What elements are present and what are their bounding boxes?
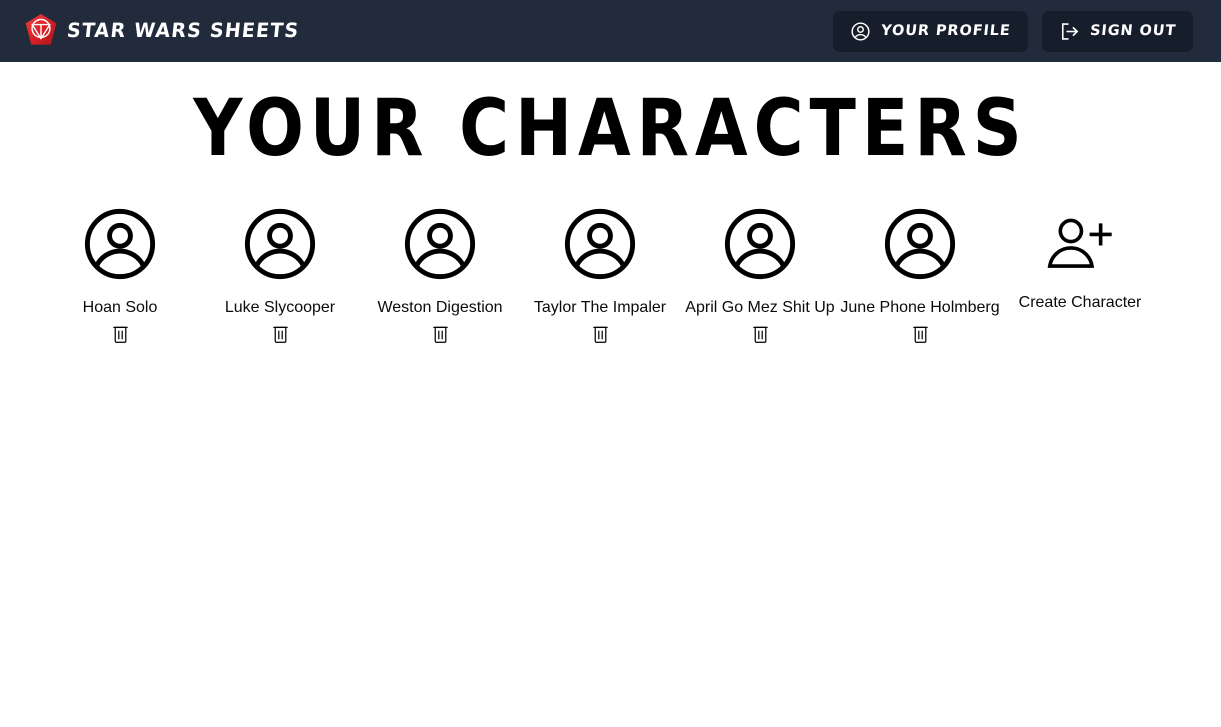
your-profile-button[interactable]: YOUR PROFILE xyxy=(833,10,1028,52)
brand-title: STAR WARS SHEETS xyxy=(65,19,301,43)
delete-character-button[interactable] xyxy=(752,324,769,343)
navbar-actions: YOUR PROFILE SIGN OUT xyxy=(833,10,1193,52)
circle-user-icon xyxy=(82,206,158,282)
delete-character-button[interactable] xyxy=(432,324,449,343)
user-circle-icon xyxy=(850,21,871,42)
character-grid: Hoan Solo Luke Slycooper Weston Digestio… xyxy=(0,206,1221,343)
character-card[interactable]: June Phone Holmberg xyxy=(840,206,1000,343)
character-name: April Go Mez Shit Up xyxy=(685,299,835,316)
top-navbar: STAR WARS SHEETS YOUR PROFILE SIGN OUT xyxy=(0,0,1221,62)
delete-character-button[interactable] xyxy=(272,324,289,343)
character-name: Weston Digestion xyxy=(377,299,503,316)
delete-character-button[interactable] xyxy=(592,324,609,343)
character-name: Hoan Solo xyxy=(82,299,158,316)
your-profile-label: YOUR PROFILE xyxy=(880,23,1012,39)
character-card[interactable]: Hoan Solo xyxy=(40,206,200,343)
character-name: Taylor The Impaler xyxy=(533,299,667,316)
circle-user-icon xyxy=(562,206,638,282)
circle-user-icon xyxy=(882,206,958,282)
circle-user-icon xyxy=(242,206,318,282)
brand-home-link[interactable]: STAR WARS SHEETS xyxy=(24,13,301,49)
character-card[interactable]: Taylor The Impaler xyxy=(520,206,680,343)
sign-out-label: SIGN OUT xyxy=(1089,23,1177,39)
character-name: June Phone Holmberg xyxy=(840,299,1000,316)
user-plus-icon xyxy=(1044,214,1116,274)
empire-shield-icon xyxy=(24,13,58,49)
sign-out-button[interactable]: SIGN OUT xyxy=(1041,10,1193,52)
page-title: YOUR CHARACTERS xyxy=(193,82,1028,175)
delete-character-button[interactable] xyxy=(912,324,929,343)
circle-user-icon xyxy=(402,206,478,282)
delete-character-button[interactable] xyxy=(112,324,129,343)
character-card[interactable]: April Go Mez Shit Up xyxy=(680,206,840,343)
circle-user-icon xyxy=(722,206,798,282)
character-card[interactable]: Weston Digestion xyxy=(360,206,520,343)
character-name: Luke Slycooper xyxy=(224,299,336,316)
sign-out-icon xyxy=(1059,21,1080,42)
create-character-label: Create Character xyxy=(1018,294,1142,311)
character-card[interactable]: Luke Slycooper xyxy=(200,206,360,343)
create-character-link[interactable]: Create Character xyxy=(1000,206,1160,314)
